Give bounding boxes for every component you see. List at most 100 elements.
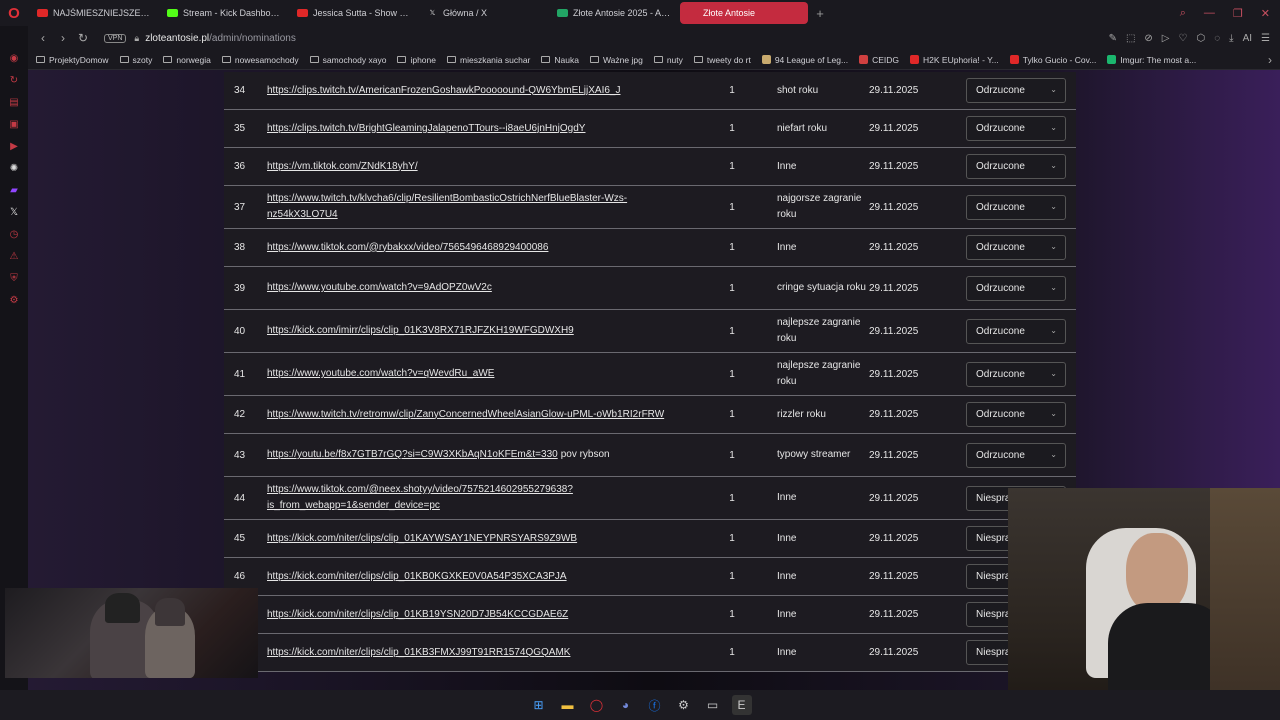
nomination-link[interactable]: https://www.youtube.com/watch?v=9AdOPZ0w… [267, 282, 492, 293]
play-icon[interactable]: ▷ [1162, 33, 1170, 44]
alert-icon[interactable]: ⚠ [8, 250, 21, 263]
news-icon[interactable]: ▣ [8, 118, 21, 131]
lock-icon: 🔒︎ [134, 32, 140, 43]
nomination-link[interactable]: https://www.twitch.tv/klvcha6/clip/Resil… [267, 193, 627, 220]
nomination-link[interactable]: https://www.tiktok.com/@rybakxx/video/75… [267, 242, 548, 253]
search-icon[interactable]: ⌕ [1180, 7, 1186, 20]
bookmark-item[interactable]: mieszkania suchar [447, 55, 530, 65]
status-select[interactable]: Odrzucone ⌄ [966, 154, 1066, 179]
nomination-link[interactable]: https://kick.com/niter/clips/clip_01KAYW… [267, 533, 577, 544]
nomination-link[interactable]: https://kick.com/niter/clips/clip_01KB3F… [267, 647, 570, 658]
back-icon[interactable]: ‹ [34, 31, 52, 45]
status-select[interactable]: Odrzucone ⌄ [966, 275, 1066, 301]
status-select[interactable]: Odrzucone ⌄ [966, 318, 1066, 344]
wallet-icon[interactable]: ▤ [8, 96, 21, 109]
tab-bar: O NAJŚMIESZNIEJSZE MOM Stream - Kick Dash… [0, 0, 1280, 26]
extensions-icon[interactable]: ⬡ [1196, 33, 1205, 44]
history-icon[interactable]: ↻ [8, 74, 21, 87]
heart-icon[interactable]: ♡ [1179, 33, 1188, 44]
discord-icon[interactable]: ◕ [616, 695, 636, 715]
bookmark-item[interactable]: tweety do rt [693, 55, 751, 65]
bookmark-item[interactable]: nowesamochody [221, 55, 299, 65]
tab-4[interactable]: Złote Antosie 2025 - Arku [550, 2, 678, 24]
windows-start-icon[interactable]: ⊞ [529, 695, 549, 715]
link-cell: https://kick.com/niter/clips/clip_01KB19… [267, 607, 687, 623]
nomination-link[interactable]: https://vm.tiktok.com/ZNdK18yhY/ [267, 161, 418, 172]
bookmark-item[interactable]: norwegia [163, 55, 211, 65]
status-select[interactable]: Odrzucone ⌄ [966, 116, 1066, 141]
steam-icon[interactable]: ⚙ [674, 695, 694, 715]
close-icon[interactable]: ✕ [1261, 7, 1270, 20]
nomination-link[interactable]: https://clips.twitch.tv/AmericanFrozenGo… [267, 85, 621, 96]
block-icon[interactable]: ⊘ [1144, 33, 1152, 44]
nomination-link[interactable]: https://kick.com/niter/clips/clip_01KB0K… [267, 571, 567, 582]
tab-5[interactable]: Złote Antosie [680, 2, 808, 24]
new-tab-button[interactable]: + [810, 6, 830, 21]
facebook-icon[interactable]: ⓕ [645, 695, 665, 715]
clock-icon[interactable]: ◷ [8, 228, 21, 241]
status-select[interactable]: Odrzucone ⌄ [966, 235, 1066, 260]
ceidg-icon [859, 55, 869, 64]
bookmark-item[interactable]: 94 League of Leg... [761, 55, 848, 65]
bookmark-item[interactable]: Imgur: The most a... [1107, 55, 1196, 65]
nomination-link[interactable]: https://kick.com/niter/clips/clip_01KB19… [267, 609, 568, 620]
terminal-icon[interactable]: ▭ [703, 695, 723, 715]
nomination-link[interactable]: https://kick.com/imirr/clips/clip_01K3V8… [267, 325, 574, 336]
link-cell: https://kick.com/niter/clips/clip_01KAYW… [267, 531, 687, 547]
chatgpt-icon[interactable]: ✺ [8, 162, 21, 175]
imgur-icon [1107, 55, 1117, 64]
nomination-link[interactable]: https://youtu.be/f8x7GTB7rGQ?si=C9W3XKbA… [267, 449, 558, 460]
chevron-down-icon: ⌄ [1050, 201, 1057, 211]
url-field[interactable]: zloteantosie.pl/admin/nominations [145, 33, 296, 44]
x-icon[interactable]: 𝕏 [8, 206, 21, 219]
status-select[interactable]: Odrzucone ⌄ [966, 194, 1066, 220]
nomination-link[interactable]: https://www.twitch.tv/retromw/clip/ZanyC… [267, 409, 664, 420]
table-row: 40 https://kick.com/imirr/clips/clip_01K3… [224, 310, 1076, 353]
status-select[interactable]: Odrzucone ⌄ [966, 361, 1066, 387]
bookmark-item[interactable]: CEIDG [859, 55, 899, 65]
minimize-icon[interactable]: — [1204, 7, 1215, 20]
tab-2[interactable]: Jessica Sutta - Show Me [290, 2, 418, 24]
brush-icon[interactable]: ✎ [1109, 33, 1117, 44]
status-select[interactable]: Odrzucone ⌄ [966, 442, 1066, 468]
opera-logo-icon[interactable]: O [0, 0, 28, 26]
nomination-link[interactable]: https://www.tiktok.com/@neex.shotyy/vide… [267, 484, 573, 511]
status-select[interactable]: Odrzucone ⌄ [966, 402, 1066, 427]
bookmark-item[interactable]: Ważne jpg [589, 55, 643, 65]
epic-games-icon[interactable]: E [731, 695, 752, 715]
messenger-icon[interactable]: ◉ [8, 52, 21, 65]
nomination-link[interactable]: https://www.youtube.com/watch?v=qWevdRu_… [267, 368, 494, 379]
bookmark-item[interactable]: szoty [119, 55, 152, 65]
nomination-link[interactable]: https://clips.twitch.tv/BrightGleamingJa… [267, 123, 585, 134]
twitch-icon[interactable]: ▰ [8, 184, 21, 197]
bookmark-item[interactable]: ProjektyDomow [36, 55, 109, 65]
settings-icon[interactable]: ⚙ [8, 294, 21, 307]
ai-button[interactable]: AI [1243, 33, 1252, 44]
bookmarks-overflow-icon[interactable]: › [1268, 53, 1280, 67]
youtube-icon [910, 55, 920, 64]
maximize-icon[interactable]: ❐ [1233, 7, 1243, 20]
download-icon[interactable]: ⤓ [1229, 33, 1233, 44]
tab-0[interactable]: NAJŚMIESZNIEJSZE MOM [30, 2, 158, 24]
folder-icon [397, 56, 407, 63]
tab-3[interactable]: 𝕏 Główna / X [420, 2, 548, 24]
screenshot-icon[interactable]: ⬚ [1126, 33, 1135, 44]
votes-count: 1 [729, 161, 735, 172]
bookmark-item[interactable]: H2K EUphoria! - Y... [910, 55, 999, 65]
shield-icon[interactable]: ⛨ [8, 272, 21, 285]
menu-icon[interactable]: ☰ [1261, 33, 1270, 44]
bookmark-item[interactable]: samochody xayo [309, 55, 386, 65]
vpn-badge[interactable]: VPN [104, 33, 127, 43]
bookmark-item[interactable]: Nauka [541, 55, 579, 65]
profile-icon[interactable]: ◌ [1214, 33, 1220, 44]
player-icon[interactable]: ▶ [8, 140, 21, 153]
tab-1[interactable]: Stream - Kick Dashboard [160, 2, 288, 24]
bookmark-item[interactable]: nuty [653, 55, 683, 65]
file-explorer-icon[interactable]: ▬ [558, 695, 578, 715]
reload-icon[interactable]: ↻ [74, 31, 92, 45]
bookmark-item[interactable]: Tylko Gucio - Cov... [1009, 55, 1096, 65]
status-select[interactable]: Odrzucone ⌄ [966, 78, 1066, 103]
forward-icon[interactable]: › [54, 31, 72, 45]
opera-taskbar-icon[interactable]: ◯ [587, 695, 607, 715]
bookmark-item[interactable]: iphone [397, 55, 436, 65]
